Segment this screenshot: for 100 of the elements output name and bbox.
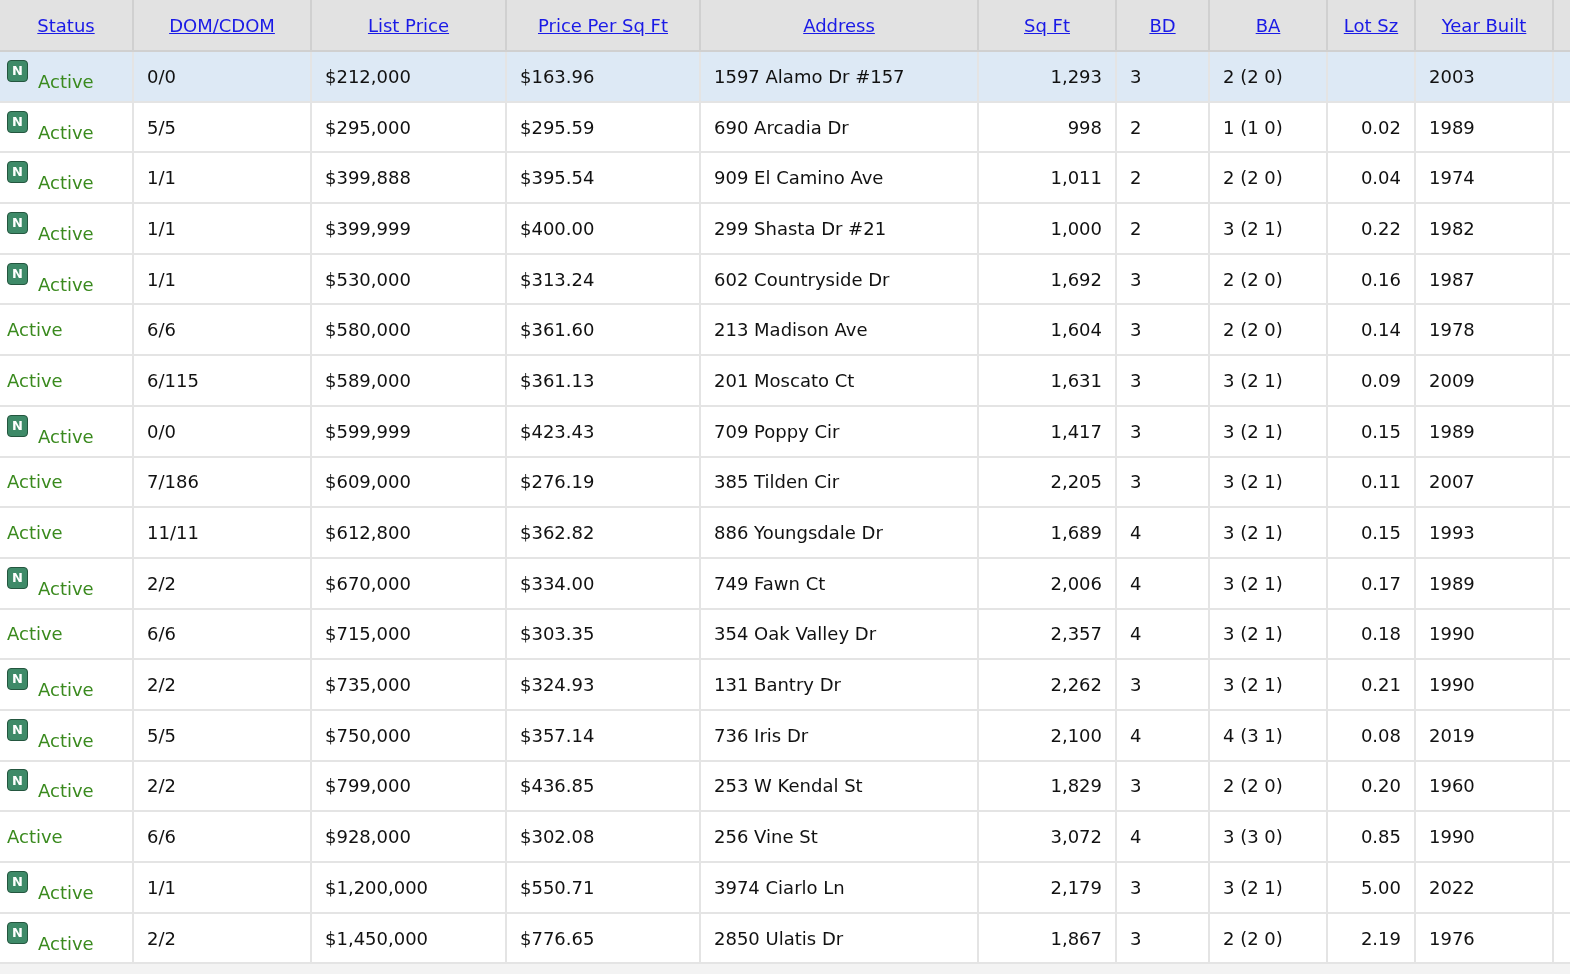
square-feet: 1,000 [1050, 217, 1102, 239]
lot-size: 0.18 [1360, 623, 1401, 645]
year-built: 1974 [1429, 167, 1475, 189]
year-built: 2003 [1429, 65, 1475, 87]
status-text: Active [38, 221, 94, 246]
status-text: Active [38, 69, 94, 94]
square-feet: 998 [1067, 116, 1102, 138]
list-price: $799,000 [325, 775, 411, 797]
days-on-market: 1/1 [147, 268, 176, 290]
bedrooms: 3 [1130, 674, 1142, 696]
bathrooms: 3 (2 1) [1223, 876, 1283, 898]
bedrooms: 3 [1130, 876, 1142, 898]
address: 690 Arcadia Dr [714, 116, 849, 138]
listing-row[interactable]: N Active 1/1 $399,888 $395.54 909 El Camino Ave 1,011 2 2 (2 0) 0.04 1974 [0, 152, 1570, 204]
list-price: $1,450,000 [325, 927, 429, 949]
status-text: Active [38, 779, 94, 804]
bathrooms: 3 (2 1) [1223, 522, 1283, 544]
new-badge: N [7, 921, 28, 944]
bathrooms: 4 (3 1) [1223, 724, 1283, 746]
list-price: $212,000 [325, 65, 411, 87]
bathrooms: 3 (2 1) [1223, 572, 1283, 594]
sort-link[interactable]: Price Per Sq Ft [538, 14, 668, 36]
status-text: Active [7, 368, 63, 393]
listing-row[interactable]: N Active 2/2 $735,000 $324.93 131 Bantry Dr 2,262 3 3 (2 1) 0.21 1990 [0, 659, 1570, 710]
bedrooms: 3 [1130, 471, 1142, 493]
bathrooms: 2 (2 0) [1223, 319, 1283, 341]
days-on-market: 6/6 [147, 623, 176, 645]
bedrooms: 3 [1130, 65, 1142, 87]
listing-row[interactable]: Active 6/6 $715,000 $303.35 354 Oak Valley Dr 2,357 4 3 (2 1) 0.18 1990 [0, 608, 1570, 660]
new-badge: N [7, 668, 28, 691]
listing-row[interactable]: Active 6/6 $580,000 $361.60 213 Madison Ave 1,604 3 2 (2 0) 0.14 1978 [0, 304, 1570, 356]
bathrooms: 2 (2 0) [1223, 65, 1283, 87]
days-on-market: 11/11 [147, 522, 199, 544]
sort-link[interactable]: BD [1149, 14, 1176, 36]
bedrooms: 4 [1130, 623, 1142, 645]
price-per-sqft: $302.08 [520, 826, 595, 848]
address: 213 Madison Ave [714, 319, 868, 341]
listing-row[interactable]: N Active 1/1 $1,200,000 $550.71 3974 Ciarlo Ln 2,179 3 3 (2 1) 5.00 2022 [0, 862, 1570, 913]
listing-row[interactable]: N Active 5/5 $295,000 $295.59 690 Arcadia Dr 998 2 1 (1 0) 0.02 1989 [0, 101, 1570, 153]
sort-link[interactable]: List Price [367, 14, 450, 36]
address: 299 Shasta Dr #21 [714, 217, 887, 239]
status-text: Active [7, 521, 63, 546]
square-feet: 1,689 [1050, 522, 1102, 544]
listing-row[interactable]: N Active 2/2 $670,000 $334.00 749 Fawn Ct 2,006 4 3 (2 1) 0.17 1989 [0, 557, 1570, 609]
year-built: 1978 [1429, 319, 1475, 341]
bathrooms: 3 (2 1) [1223, 471, 1283, 493]
square-feet: 1,011 [1050, 167, 1102, 189]
list-price: $670,000 [325, 572, 411, 594]
sort-link[interactable]: Sq Ft [1024, 14, 1070, 36]
listing-row[interactable]: N Active 0/0 $212,000 $163.96 1597 Alamo Dr #157 1,293 3 2 (2 0) 2003 [0, 51, 1570, 102]
address: 131 Bantry Dr [714, 674, 841, 696]
sort-link[interactable]: BA [1255, 14, 1281, 36]
listing-row[interactable]: N Active 1/1 $399,999 $400.00 299 Shasta Dr #21 1,000 2 3 (2 1) 0.22 1982 [0, 203, 1570, 254]
status-text: Active [7, 470, 63, 495]
list-price: $928,000 [325, 826, 411, 848]
listing-row[interactable]: N Active 2/2 $799,000 $436.85 253 W Kendal St 1,829 3 2 (2 0) 0.20 1960 [0, 760, 1570, 812]
list-price: $750,000 [325, 724, 411, 746]
sort-link[interactable]: DOM/CDOM [169, 14, 275, 36]
price-per-sqft: $550.71 [520, 876, 595, 898]
price-per-sqft: $357.14 [520, 724, 595, 746]
list-price: $295,000 [325, 116, 411, 138]
bathrooms: 1 (1 0) [1223, 116, 1283, 138]
lot-size: 0.85 [1360, 826, 1401, 848]
list-price: $580,000 [325, 319, 411, 341]
year-built: 1989 [1429, 420, 1475, 442]
bedrooms: 4 [1130, 724, 1142, 746]
price-per-sqft: $324.93 [520, 674, 595, 696]
sort-link[interactable]: Year Built [1441, 14, 1527, 36]
square-feet: 2,205 [1050, 471, 1102, 493]
listing-row[interactable]: Active 6/6 $928,000 $302.08 256 Vine St 3,072 4 3 (3 0) 0.85 1990 [0, 811, 1570, 862]
sort-link[interactable]: Status [37, 14, 95, 36]
price-per-sqft: $361.60 [520, 319, 595, 341]
days-on-market: 7/186 [147, 471, 199, 493]
listing-row[interactable]: N Active 1/1 $530,000 $313.24 602 Countryside Dr 1,692 3 2 (2 0) 0.16 1987 [0, 253, 1570, 305]
address: 2850 Ulatis Dr [714, 927, 844, 949]
bedrooms: 4 [1130, 572, 1142, 594]
days-on-market: 5/5 [147, 724, 176, 746]
status-text: Active [7, 318, 63, 343]
listing-row[interactable]: N Active 5/5 $750,000 $357.14 736 Iris Dr 2,100 4 4 (3 1) 0.08 2019 [0, 709, 1570, 761]
listing-row[interactable]: N Active 2/2 $1,450,000 $776.65 2850 Ulatis Dr 1,867 3 2 (2 0) 2.19 1976 [0, 912, 1570, 964]
listing-row[interactable]: Active 7/186 $609,000 $276.19 385 Tilden Cir 2,205 3 3 (2 1) 0.11 2007 [0, 456, 1570, 508]
bedrooms: 3 [1130, 319, 1142, 341]
status-text: Active [38, 678, 94, 703]
list-price: $589,000 [325, 369, 411, 391]
status-text: Active [38, 424, 94, 449]
status-text: Active [38, 120, 94, 145]
year-built: 1960 [1429, 775, 1475, 797]
price-per-sqft: $423.43 [520, 420, 595, 442]
sort-link[interactable]: Lot Sz [1343, 14, 1399, 36]
square-feet: 2,357 [1050, 623, 1102, 645]
listing-row[interactable]: Active 11/11 $612,800 $362.82 886 Youngsdale Dr 1,689 4 3 (2 1) 0.15 1993 [0, 507, 1570, 558]
listing-row[interactable]: Active 6/115 $589,000 $361.13 201 Moscato Ct 1,631 3 3 (2 1) 0.09 2009 [0, 355, 1570, 406]
bedrooms: 3 [1130, 775, 1142, 797]
address: 749 Fawn Ct [714, 572, 826, 594]
listing-row[interactable]: N Active 0/0 $599,999 $423.43 709 Poppy Cir 1,417 3 3 (2 1) 0.15 1989 [0, 405, 1570, 457]
sort-link[interactable]: Address [803, 14, 875, 36]
status-text: Active [7, 825, 63, 850]
price-per-sqft: $163.96 [520, 65, 595, 87]
bedrooms: 3 [1130, 927, 1142, 949]
address: 1597 Alamo Dr #157 [714, 65, 905, 87]
